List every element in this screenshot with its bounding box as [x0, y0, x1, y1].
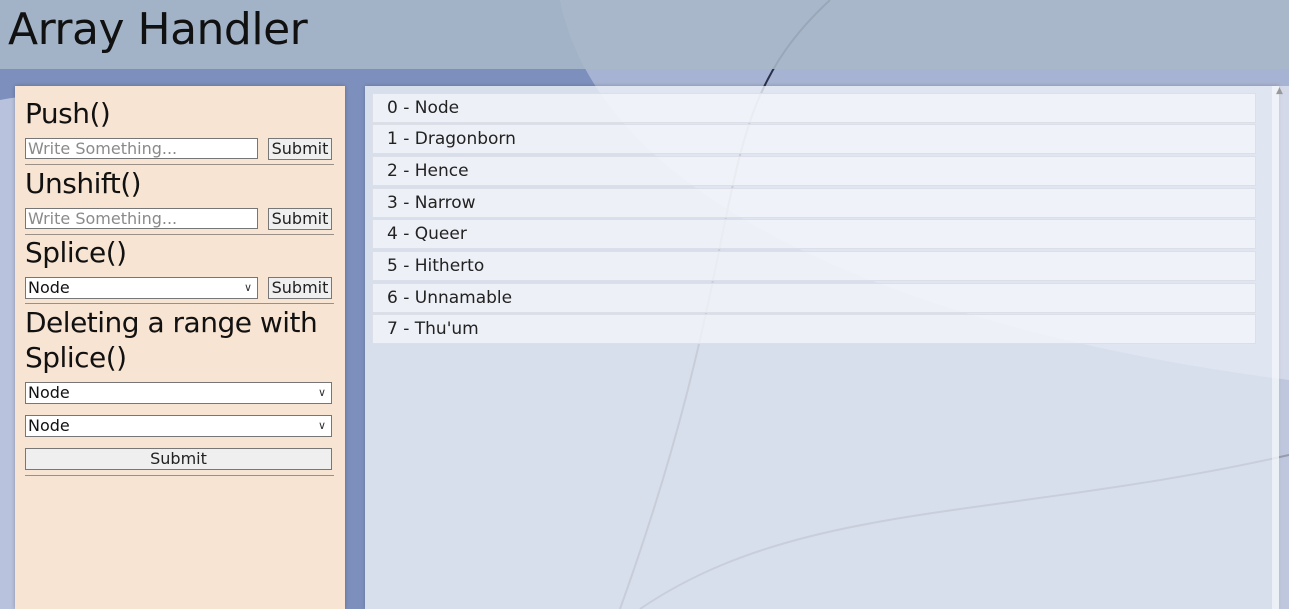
push-heading: Push() [25, 97, 111, 130]
chevron-down-icon: ∨ [317, 419, 326, 432]
unshift-submit-button[interactable]: Submit [268, 208, 332, 230]
divider [25, 475, 334, 476]
push-input[interactable] [25, 138, 258, 159]
range-submit-button[interactable]: Submit [25, 448, 332, 470]
chevron-down-icon: ∨ [243, 281, 252, 294]
range-start-value: Node [28, 383, 70, 402]
chevron-down-icon: ∨ [317, 386, 326, 399]
array-list-panel[interactable]: 0 - Node 1 - Dragonborn 2 - Hence 3 - Na… [365, 86, 1289, 609]
push-section: Push() [25, 96, 334, 131]
splice-select[interactable]: Node ∨ [25, 277, 258, 299]
splice-select-value: Node [28, 278, 70, 297]
app-header: Array Handler [0, 0, 1289, 69]
unshift-section: Unshift() [25, 166, 334, 201]
list-item[interactable]: 7 - Thu'um [372, 314, 1256, 344]
list-item[interactable]: 4 - Queer [372, 219, 1256, 249]
range-start-select[interactable]: Node ∨ [25, 382, 332, 404]
splice-section: Splice() [25, 235, 334, 270]
list-item[interactable]: 2 - Hence [372, 156, 1256, 186]
range-section: Deleting a range with Splice() [25, 305, 334, 375]
scroll-up-arrow-icon[interactable]: ▲ [1276, 86, 1283, 96]
list-item[interactable]: 1 - Dragonborn [372, 124, 1256, 154]
list-item[interactable]: 3 - Narrow [372, 188, 1256, 218]
app-title: Array Handler [8, 4, 308, 55]
push-submit-button[interactable]: Submit [268, 138, 332, 160]
range-end-select[interactable]: Node ∨ [25, 415, 332, 437]
range-end-value: Node [28, 416, 70, 435]
splice-submit-button[interactable]: Submit [268, 277, 332, 299]
divider [25, 164, 334, 165]
list-item[interactable]: 0 - Node [372, 93, 1256, 123]
splice-heading: Splice() [25, 236, 127, 269]
list-item[interactable]: 6 - Unnamable [372, 283, 1256, 313]
list-scrollbar[interactable]: ▲ [1272, 86, 1289, 609]
unshift-heading: Unshift() [25, 167, 142, 200]
divider [25, 303, 334, 304]
unshift-input[interactable] [25, 208, 258, 229]
range-heading: Deleting a range with Splice() [25, 306, 318, 374]
controls-panel: Push() Submit Unshift() Submit Splice() … [15, 86, 345, 609]
list-item[interactable]: 5 - Hitherto [372, 251, 1256, 281]
